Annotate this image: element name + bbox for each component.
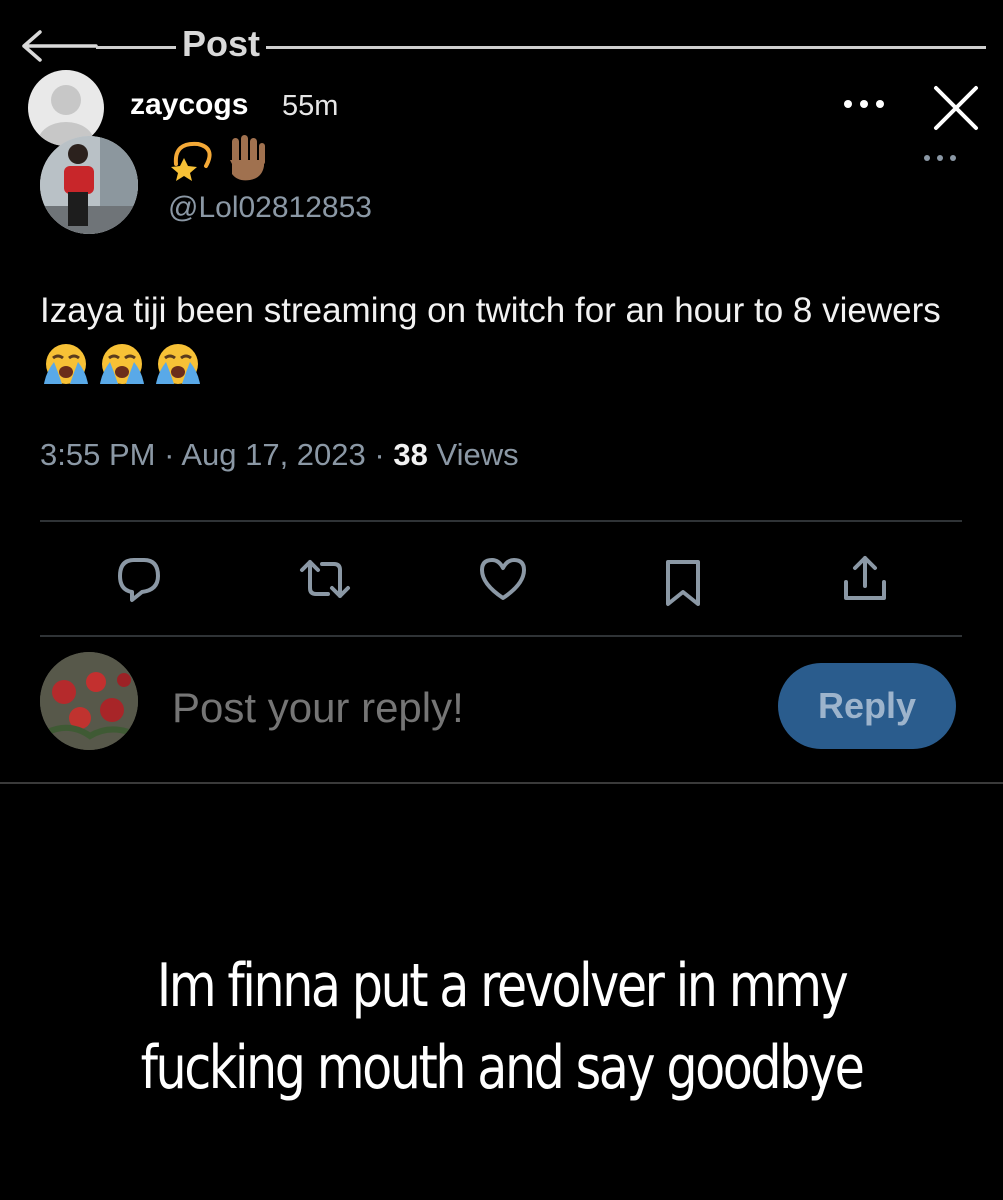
crying-emojis <box>40 344 208 384</box>
reply-button[interactable]: Reply <box>778 663 956 749</box>
page-title: Post <box>176 24 267 64</box>
raised-hand-emoji <box>228 135 265 181</box>
author-handle[interactable]: @Lol02812853 <box>168 191 372 225</box>
bookmark-icon[interactable] <box>656 556 710 610</box>
reply-icon[interactable] <box>112 552 166 606</box>
caption-text: Im finna put a revolver in mmy fucking m… <box>90 945 912 1109</box>
dizzy-star-emoji <box>171 141 212 181</box>
story-avatar[interactable] <box>28 70 104 146</box>
tweet-meta: 3:55 PM · Aug 17, 2023 · 38 Views <box>40 437 519 473</box>
meta-separator: · <box>164 437 175 472</box>
meta-separator: · <box>374 437 385 472</box>
author-avatar[interactable] <box>40 136 138 234</box>
tweet-time: 3:55 PM <box>40 437 156 472</box>
loudly-crying-face-icon <box>44 344 88 384</box>
display-name-emojis <box>171 135 265 181</box>
views-count[interactable]: 38 <box>393 437 427 472</box>
reply-input[interactable] <box>172 684 732 732</box>
loudly-crying-face-icon <box>156 344 200 384</box>
roses-photo-icon <box>40 652 138 750</box>
tweet-text-body: Izaya tiji been streaming on twitch for … <box>40 291 941 330</box>
story-username[interactable]: zaycogs <box>130 88 248 122</box>
more-options-icon[interactable] <box>842 92 886 116</box>
tweet-text: Izaya tiji been streaming on twitch for … <box>40 284 970 392</box>
share-icon[interactable] <box>838 552 892 606</box>
retweet-icon[interactable] <box>298 552 352 606</box>
divider <box>0 782 1003 784</box>
caption-line-2: fucking mouth and say goodbye <box>140 1033 865 1103</box>
reply-avatar <box>40 652 138 750</box>
divider <box>40 520 962 522</box>
default-avatar-icon <box>38 85 94 146</box>
loudly-crying-face-icon <box>100 344 144 384</box>
story-time-ago: 55m <box>282 90 339 122</box>
tweet-date: Aug 17, 2023 <box>181 437 366 472</box>
tweet-more-icon[interactable] <box>922 148 958 168</box>
like-heart-icon[interactable] <box>476 552 530 606</box>
divider <box>40 635 962 637</box>
back-arrow-icon[interactable] <box>18 28 98 62</box>
author-photo-icon <box>40 136 138 234</box>
close-icon[interactable] <box>930 82 982 134</box>
views-label[interactable]: Views <box>436 437 518 472</box>
caption-line-1: Im finna put a revolver in mmy <box>156 951 849 1021</box>
